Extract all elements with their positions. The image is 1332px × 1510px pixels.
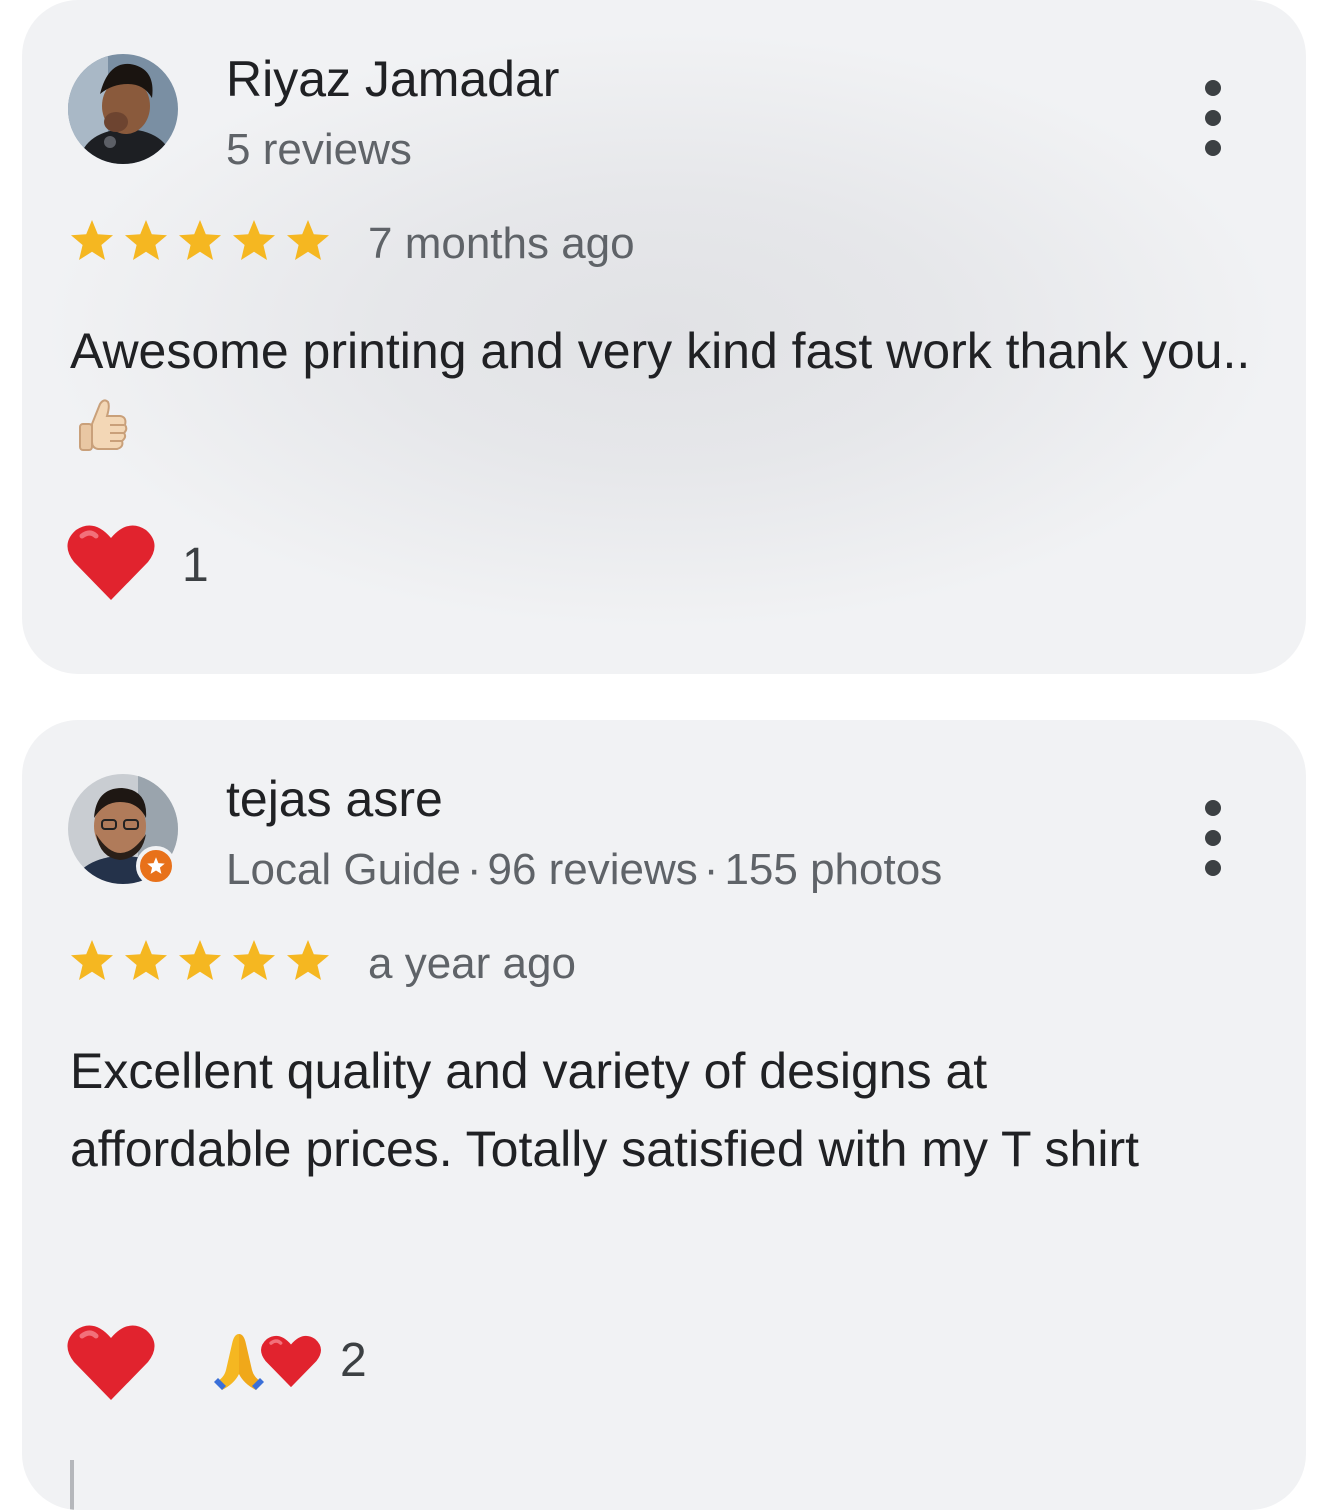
- star-icon: [233, 220, 275, 260]
- avatar[interactable]: [68, 54, 178, 164]
- next-section-edge: [70, 1460, 74, 1510]
- reaction-summary[interactable]: 2: [212, 1330, 367, 1392]
- review-text: Awesome printing and very kind fast work…: [70, 312, 1270, 480]
- review-card: tejas asre Local Guide · 96 reviews · 155 ph…: [22, 720, 1306, 1510]
- photo-count: 155 photos: [724, 845, 943, 894]
- review-time: a year ago: [368, 939, 576, 988]
- review-time: 7 months ago: [368, 219, 635, 268]
- star-rating: [68, 938, 332, 984]
- author-name[interactable]: tejas asre: [226, 774, 443, 824]
- meta-separator: ·: [703, 845, 719, 894]
- star-icon: [71, 940, 113, 980]
- author-name[interactable]: Riyaz Jamadar: [226, 54, 559, 104]
- thumbs-up-icon: [74, 398, 130, 480]
- review-text-content: Awesome printing and very kind fast work…: [70, 323, 1251, 379]
- star-icon: [287, 220, 329, 260]
- star-icon: [125, 940, 167, 980]
- author-meta: 5 reviews: [226, 128, 412, 172]
- meta-separator: ·: [466, 845, 482, 894]
- more-options-icon[interactable]: [1198, 80, 1228, 156]
- red-heart-icon: [67, 525, 155, 600]
- like-heart-button[interactable]: [66, 522, 156, 602]
- star-icon: [179, 220, 221, 260]
- folded-hands-icon: [214, 1334, 264, 1390]
- like-heart-button[interactable]: [66, 1322, 156, 1402]
- more-options-icon[interactable]: [1198, 800, 1228, 876]
- red-heart-icon: [67, 1325, 155, 1400]
- author-meta: Local Guide · 96 reviews · 155 photos: [226, 848, 942, 892]
- star-icon: [287, 940, 329, 980]
- review-card: Riyaz Jamadar 5 reviews 7 months ago Awe…: [22, 0, 1306, 674]
- review-count: 96 reviews: [487, 845, 698, 894]
- reaction-count: 1: [182, 539, 209, 592]
- review-text: Excellent quality and variety of designs…: [70, 1043, 1139, 1177]
- review-count: 5 reviews: [226, 125, 412, 174]
- reaction-count: 2: [340, 1334, 367, 1387]
- local-guide-badge-icon: [136, 846, 176, 886]
- red-heart-icon: [261, 1335, 321, 1388]
- star-icon: [125, 220, 167, 260]
- star-icon: [71, 220, 113, 260]
- star-rating: [68, 218, 332, 264]
- local-guide-label: Local Guide: [226, 845, 461, 894]
- star-icon: [179, 940, 221, 980]
- star-icon: [233, 940, 275, 980]
